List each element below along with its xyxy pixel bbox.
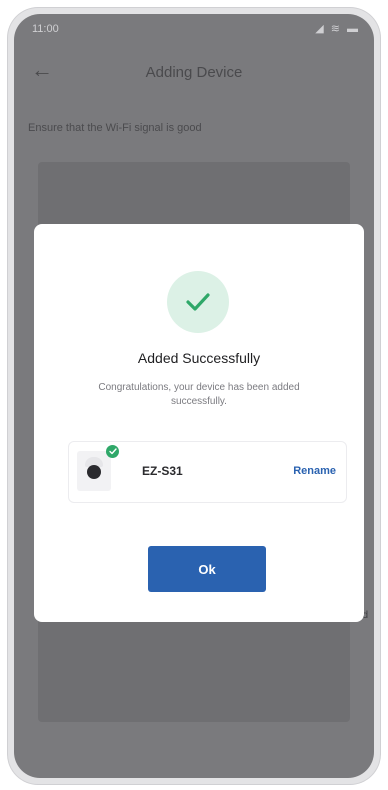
ok-button[interactable]: Ok [148,546,266,592]
wifi-hint-text: Ensure that the Wi-Fi signal is good [28,122,202,134]
page-title: Adding Device [145,64,243,81]
status-icons: ◢ ≋ ▬ [315,23,360,35]
rename-link[interactable]: Rename [293,465,336,477]
app-bar: ← Adding Device [14,54,374,90]
device-thumbnail [77,451,111,491]
device-name: EZ-S31 [142,464,183,478]
success-check-icon [167,271,229,333]
device-card: EZ-S31 Rename [68,441,347,503]
camera-icon [87,465,101,479]
status-bar: 11:00 ◢ ≋ ▬ [14,14,374,46]
online-check-icon [106,445,119,458]
dialog-message: Congratulations, your device has been ad… [98,382,300,407]
dialog-title: Added Successfully [137,350,261,366]
status-time: 11:00 [32,23,59,35]
success-dialog: Added Successfully Congratulations, your… [34,224,364,622]
